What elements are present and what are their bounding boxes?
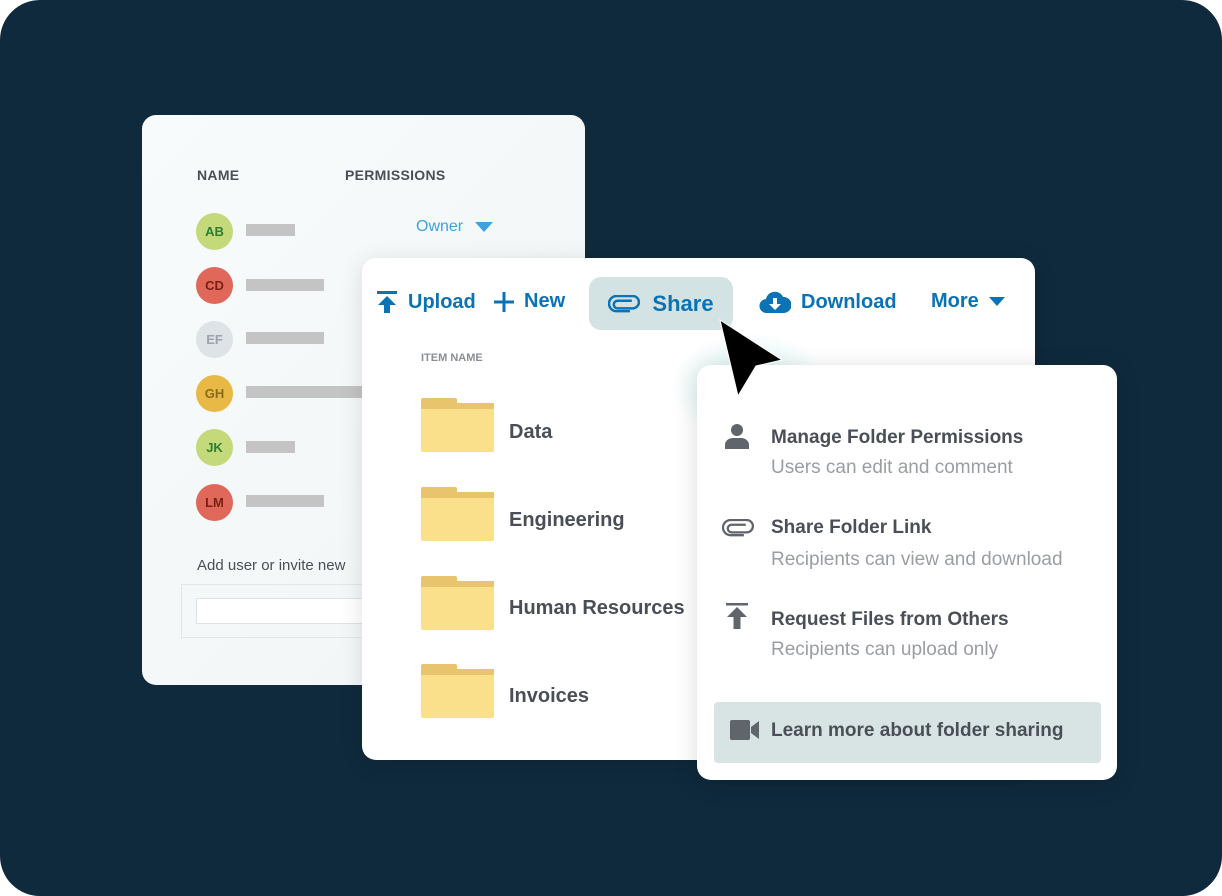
upload-icon xyxy=(377,291,397,313)
share-button[interactable]: Share xyxy=(589,277,733,330)
owner-permission-dropdown[interactable]: Owner xyxy=(416,218,494,236)
more-dropdown[interactable]: More xyxy=(931,290,1005,313)
user-name-placeholder xyxy=(246,441,295,453)
paperclip-icon xyxy=(722,519,754,537)
folder-icon xyxy=(421,487,494,541)
upload-icon xyxy=(726,603,748,629)
avatar: EF xyxy=(196,321,233,358)
user-name-placeholder xyxy=(246,495,324,507)
download-label: Download xyxy=(801,290,897,313)
item-name-column-header: ITEM NAME xyxy=(421,352,483,364)
new-label: New xyxy=(524,290,566,312)
add-user-label: Add user or invite new xyxy=(197,557,346,574)
folder-name[interactable]: Invoices xyxy=(509,685,589,708)
request-files-item[interactable]: Request Files from Others xyxy=(771,609,1009,631)
paperclip-icon xyxy=(608,294,641,312)
user-name-placeholder xyxy=(246,279,324,291)
upload-label: Upload xyxy=(408,290,476,313)
folder-name[interactable]: Engineering xyxy=(509,509,625,532)
user-name-placeholder xyxy=(246,224,295,236)
menu-item-subtitle: Recipients can upload only xyxy=(771,639,999,660)
caret-down-icon xyxy=(988,297,1005,306)
person-icon xyxy=(725,424,749,449)
avatar: GH xyxy=(196,375,233,412)
upload-button[interactable]: Upload xyxy=(376,290,476,314)
permissions-column-header: PERMISSIONS xyxy=(345,167,446,183)
avatar: AB xyxy=(196,213,233,250)
user-name-placeholder xyxy=(246,332,324,344)
learn-more-label: Learn more about folder sharing xyxy=(771,720,1064,741)
folder-name[interactable]: Human Resources xyxy=(509,597,685,620)
avatar: JK xyxy=(196,429,233,466)
share-folder-link-item[interactable]: Share Folder Link xyxy=(771,517,931,539)
plus-icon xyxy=(494,291,514,312)
avatar: CD xyxy=(196,267,233,304)
menu-item-subtitle: Users can edit and comment xyxy=(771,457,1013,478)
owner-label: Owner xyxy=(416,218,464,235)
avatar: LM xyxy=(196,484,233,521)
name-column-header: NAME xyxy=(197,167,240,183)
new-button[interactable]: New xyxy=(494,290,565,313)
folder-icon xyxy=(421,398,494,452)
manage-permissions-item[interactable]: Manage Folder Permissions xyxy=(771,427,1023,449)
video-camera-icon xyxy=(730,720,759,740)
folder-name[interactable]: Data xyxy=(509,421,552,444)
folder-icon xyxy=(421,576,494,630)
cloud-download-icon xyxy=(759,291,791,314)
folder-icon xyxy=(421,664,494,718)
mouse-pointer-icon xyxy=(719,318,784,398)
share-label: Share xyxy=(652,290,714,316)
add-user-input[interactable] xyxy=(196,598,376,624)
menu-item-subtitle: Recipients can view and download xyxy=(771,549,1063,570)
user-name-placeholder xyxy=(246,386,362,398)
more-label: More xyxy=(931,290,979,312)
caret-down-icon xyxy=(475,222,494,232)
download-button[interactable]: Download xyxy=(759,290,897,314)
